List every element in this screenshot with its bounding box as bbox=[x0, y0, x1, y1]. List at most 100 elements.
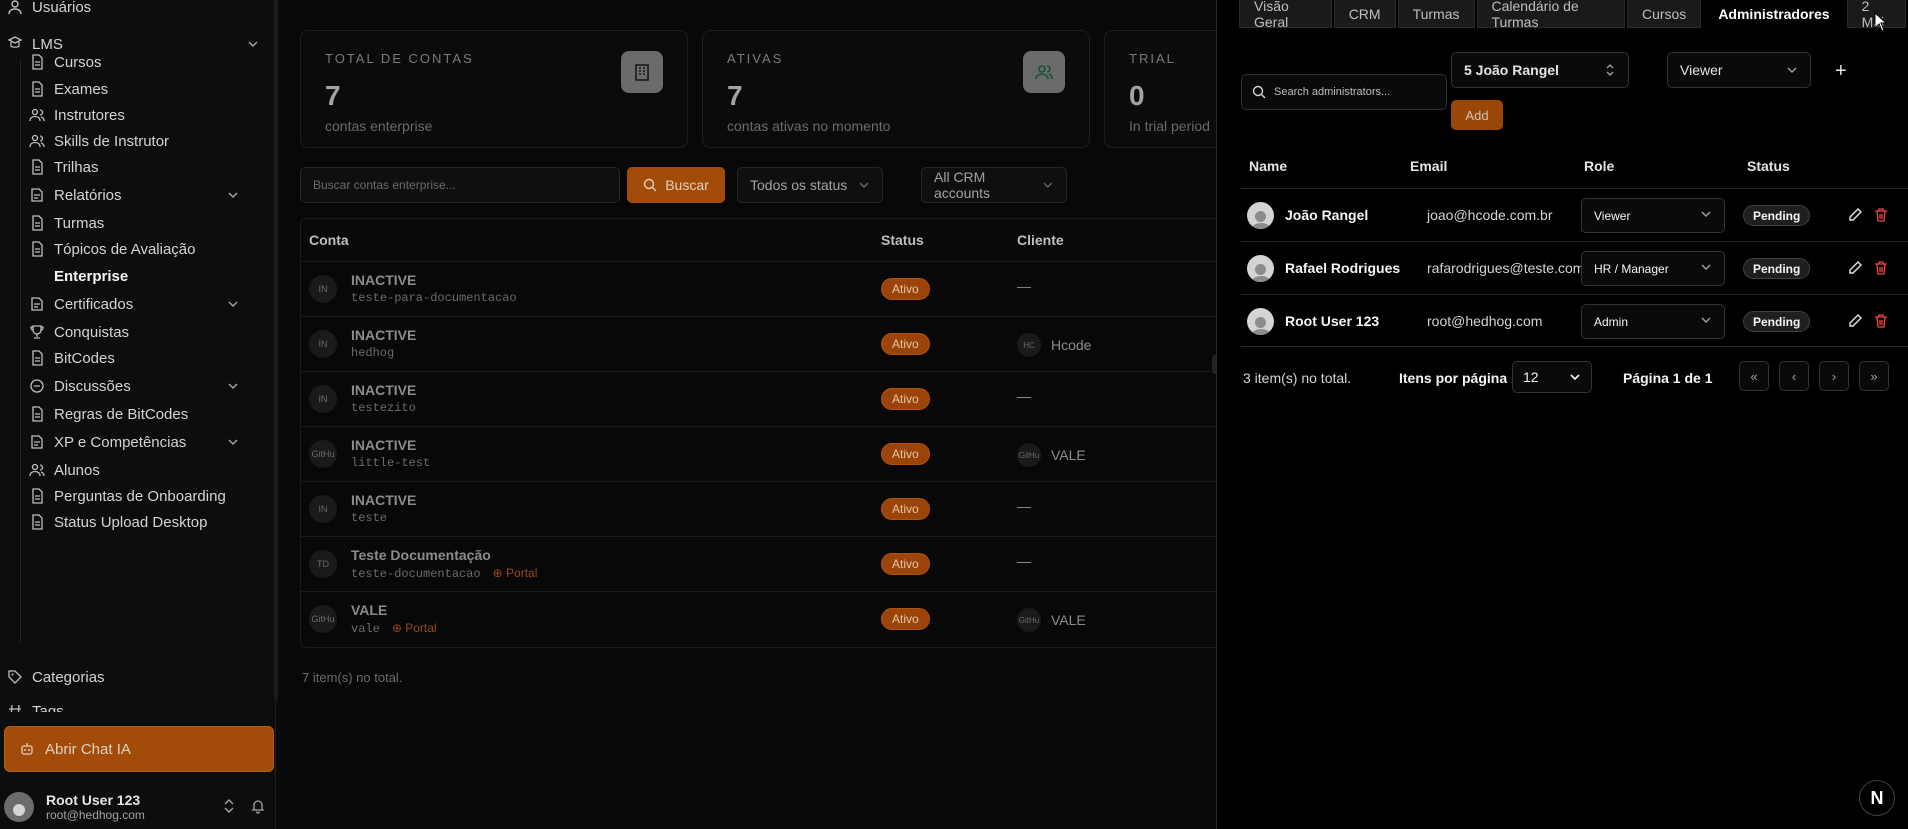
role-select[interactable]: Viewer bbox=[1667, 52, 1811, 88]
card-value: 7 bbox=[727, 80, 743, 111]
portal-link[interactable]: ⊕ Portal bbox=[493, 566, 538, 580]
last-page-button[interactable]: » bbox=[1859, 361, 1889, 391]
sidebar-scrollbar[interactable] bbox=[274, 0, 278, 700]
per-page-select[interactable]: 12 bbox=[1512, 361, 1592, 393]
add-admin-button[interactable]: Add bbox=[1451, 100, 1503, 130]
admin-name: Rafael Rodrigues bbox=[1285, 260, 1401, 276]
trash-icon[interactable] bbox=[1873, 260, 1889, 276]
sidebar-item-relat-rios[interactable]: Relatórios bbox=[28, 182, 122, 208]
crm-filter-select[interactable]: All CRM accounts bbox=[921, 167, 1067, 203]
portal-link[interactable]: ⊕ Portal bbox=[392, 621, 437, 635]
next-page-button[interactable]: › bbox=[1819, 361, 1849, 391]
admin-role-select[interactable]: Admin bbox=[1581, 304, 1725, 339]
sidebar-item-xp-e-compet-ncias[interactable]: XP e Competências bbox=[28, 429, 186, 455]
trash-icon[interactable] bbox=[1873, 207, 1889, 223]
admin-role-select[interactable]: Viewer bbox=[1581, 198, 1725, 233]
trash-icon[interactable] bbox=[1873, 313, 1889, 329]
sidebar-item-label: Tags bbox=[32, 702, 64, 713]
tab-turmas[interactable]: Turmas bbox=[1397, 0, 1475, 28]
sidebar-item-enterprise[interactable]: Enterprise bbox=[28, 263, 128, 289]
account-slug-line: vale ⊕ Portal bbox=[351, 621, 437, 636]
admin-role-select[interactable]: HR / Manager bbox=[1581, 251, 1725, 286]
admin-row[interactable]: Root User 123 root@hedhog.com Admin Pending bbox=[1241, 294, 1908, 347]
sidebar-item-skills-de-instrutor[interactable]: Skills de Instrutor bbox=[28, 128, 169, 154]
table-row[interactable]: GitHu INACTIVE little-test Ativo GitHu VALE bbox=[301, 426, 1217, 481]
enterprise-search-input[interactable]: Buscar contas enterprise... bbox=[300, 167, 620, 203]
pencil-icon[interactable] bbox=[1847, 207, 1863, 223]
chevron-down-icon bbox=[1700, 261, 1712, 276]
card-value: 7 bbox=[325, 80, 341, 111]
card-subtitle: In trial period bbox=[1129, 118, 1210, 134]
bot-icon bbox=[19, 741, 35, 757]
bell-icon[interactable] bbox=[250, 798, 266, 819]
tab-vis-o-geral[interactable]: Visão Geral bbox=[1239, 0, 1332, 30]
admin-status-badge: Pending bbox=[1743, 258, 1811, 279]
client-logo: HC bbox=[1017, 333, 1041, 357]
sidebar-item-alunos[interactable]: Alunos bbox=[28, 457, 100, 483]
table-row[interactable]: IN INACTIVE testezito Ativo — bbox=[301, 371, 1217, 426]
open-ai-chat-button[interactable]: Abrir Chat IA bbox=[4, 726, 274, 772]
table-row[interactable]: IN INACTIVE teste Ativo — bbox=[301, 481, 1217, 536]
sidebar-item-regras-de-bitcodes[interactable]: Regras de BitCodes bbox=[28, 401, 188, 427]
sidebar-item-turmas[interactable]: Turmas bbox=[28, 210, 104, 236]
sidebar-item-perguntas-de-onboarding[interactable]: Perguntas de Onboarding bbox=[28, 483, 226, 509]
chevron-down-icon[interactable] bbox=[226, 435, 240, 449]
sidebar-item-status-upload-desktop[interactable]: Status Upload Desktop bbox=[28, 509, 207, 535]
sidebar-item-conquistas[interactable]: Conquistas bbox=[28, 319, 129, 345]
chevron-down-icon[interactable] bbox=[246, 37, 260, 51]
sidebar-item-certificados[interactable]: Certificados bbox=[28, 291, 133, 317]
status-filter-select[interactable]: Todos os status bbox=[737, 167, 883, 203]
tab-administradores[interactable]: Administradores bbox=[1703, 0, 1845, 28]
admin-name: João Rangel bbox=[1285, 207, 1369, 223]
nextjs-dev-button[interactable]: N bbox=[1859, 780, 1895, 816]
admin-row[interactable]: Rafael Rodrigues rafarodrigues@teste.com H… bbox=[1241, 241, 1908, 294]
first-page-button[interactable]: « bbox=[1739, 361, 1769, 391]
tab-crm[interactable]: CRM bbox=[1333, 0, 1396, 28]
client-cell: GitHu VALE bbox=[1017, 608, 1086, 632]
sidebar-item-trilhas[interactable]: Trilhas bbox=[28, 154, 98, 180]
sidebar-item-exames[interactable]: Exames bbox=[28, 76, 108, 102]
hash-icon bbox=[6, 702, 24, 712]
crm-filter-value: All CRM accounts bbox=[934, 169, 991, 201]
sidebar-item-instrutores[interactable]: Instrutores bbox=[28, 102, 125, 128]
admin-row[interactable]: João Rangel joao@hcode.com.br Viewer Pendin… bbox=[1241, 188, 1908, 241]
sidebar-item-bitcodes[interactable]: BitCodes bbox=[28, 345, 115, 371]
sidebar-item-cursos[interactable]: Cursos bbox=[28, 49, 102, 75]
chevron-down-icon[interactable] bbox=[226, 379, 240, 393]
prev-page-button[interactable]: ‹ bbox=[1779, 361, 1809, 391]
sidebar-item-tags[interactable]: Tags bbox=[6, 698, 64, 712]
document-icon bbox=[28, 487, 46, 505]
search-button[interactable]: Buscar bbox=[627, 167, 725, 203]
table-row[interactable]: IN INACTIVE hedhog Ativo HC Hcode bbox=[301, 316, 1217, 371]
sidebar-item-discuss-es[interactable]: Discussões bbox=[28, 373, 131, 399]
sidebar-item-label: BitCodes bbox=[54, 349, 115, 367]
plus-icon[interactable]: + bbox=[1835, 60, 1847, 83]
table-row[interactable]: IN INACTIVE teste-para-documentacao Ativo — bbox=[301, 261, 1217, 316]
user-menu[interactable]: Root User 123 root@hedhog.com bbox=[0, 784, 276, 829]
column-header-cliente: Cliente bbox=[1017, 232, 1064, 248]
tab-cursos[interactable]: Cursos bbox=[1626, 0, 1702, 28]
table-row[interactable]: GitHu VALE vale ⊕ Portal Ativo GitHu VALE bbox=[301, 591, 1217, 646]
chevron-down-icon[interactable] bbox=[226, 188, 240, 202]
chevrons-up-down-icon[interactable] bbox=[222, 798, 236, 819]
status-badge: Ativo bbox=[881, 333, 930, 355]
main-content: TOTAL DE CONTAS 7 contas enterprise ATIV… bbox=[280, 0, 1244, 829]
sidebar-item-categorias[interactable]: Categorias bbox=[6, 664, 105, 690]
sidebar-item-t-picos-de-avalia-o[interactable]: Tópicos de Avaliação bbox=[28, 236, 195, 262]
panel-tabs: Visão Geral CRM Turmas Calendário de Turmas… bbox=[1239, 0, 1908, 30]
pencil-icon[interactable] bbox=[1847, 313, 1863, 329]
account-name: VALE bbox=[351, 602, 388, 618]
chat-icon bbox=[28, 377, 46, 395]
client-logo: GitHu bbox=[1017, 443, 1041, 467]
user-select[interactable]: 5 João Rangel bbox=[1451, 52, 1629, 88]
chevron-down-icon[interactable] bbox=[226, 297, 240, 311]
table-row[interactable]: TD Teste Documentação teste-documentacao ⊕ … bbox=[301, 536, 1217, 591]
pencil-icon[interactable] bbox=[1847, 260, 1863, 276]
admin-search-input[interactable]: Search administrators... bbox=[1241, 74, 1447, 110]
active-accounts-card: ATIVAS 7 contas ativas no momento bbox=[702, 30, 1090, 148]
tag-icon bbox=[6, 668, 24, 686]
sidebar-item-label: Regras de BitCodes bbox=[54, 405, 189, 423]
client-cell: — bbox=[1017, 388, 1031, 404]
sidebar-item-usuarios[interactable]: Usuários bbox=[6, 0, 91, 20]
tab-calend-rio-de-turmas[interactable]: Calendário de Turmas bbox=[1476, 0, 1625, 30]
